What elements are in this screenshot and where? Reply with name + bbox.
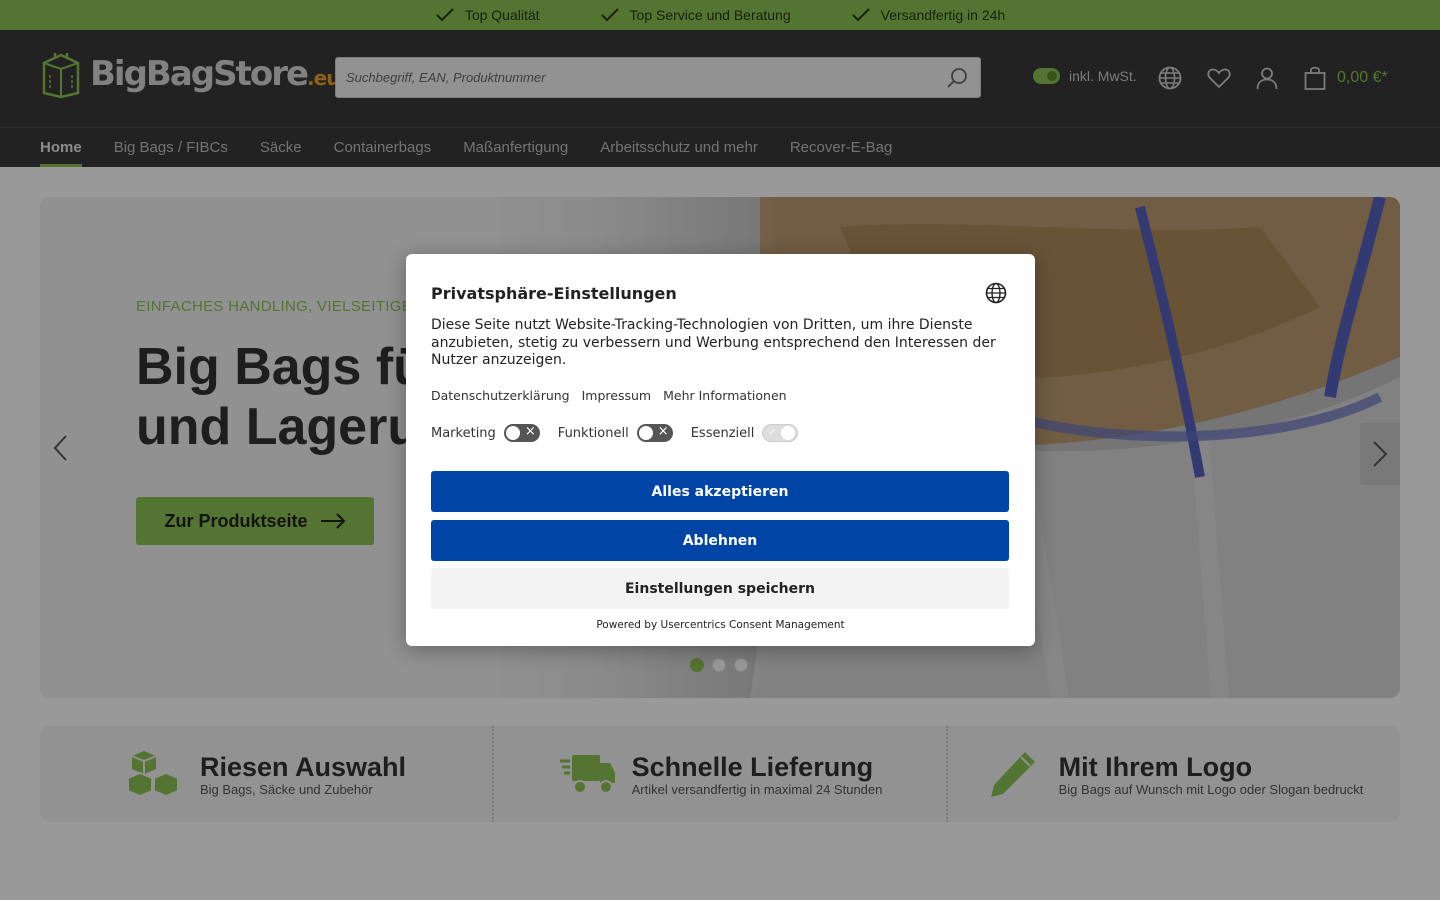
toggle-label: Marketing (431, 425, 496, 441)
marketing-switch[interactable] (503, 423, 540, 442)
consent-category-toggles: Marketing Funktionell Essenziell (431, 423, 799, 442)
consent-toggle-essential: Essenziell (691, 424, 799, 442)
consent-toggle-functional: Funktionell (557, 423, 673, 442)
language-globe-icon[interactable] (985, 282, 1007, 304)
consent-title: Privatsphäre-Einstellungen (431, 284, 677, 303)
consent-toggle-marketing: Marketing (431, 423, 540, 442)
more-info-link[interactable]: Mehr Informationen (663, 388, 786, 403)
powered-by-label: Powered by Usercentrics Consent Manageme… (596, 619, 845, 631)
consent-text: Diese Seite nutzt Website-Tracking-Techn… (431, 317, 996, 368)
save-settings-button[interactable]: Einstellungen speichern (431, 568, 1009, 609)
functional-switch[interactable] (636, 423, 673, 442)
essential-switch (762, 424, 799, 442)
deny-button[interactable]: Ablehnen (431, 520, 1009, 561)
accept-all-button[interactable]: Alles akzeptieren (431, 471, 1009, 512)
privacy-policy-link[interactable]: Datenschutzerklärung (431, 388, 570, 403)
toggle-label: Funktionell (557, 425, 629, 441)
consent-links: Datenschutzerklärung Impressum Mehr Info… (431, 388, 787, 403)
privacy-consent-dialog: Privatsphäre-Einstellungen Diese Seite n… (406, 254, 1035, 646)
toggle-label: Essenziell (690, 425, 755, 441)
imprint-link[interactable]: Impressum (582, 388, 651, 403)
